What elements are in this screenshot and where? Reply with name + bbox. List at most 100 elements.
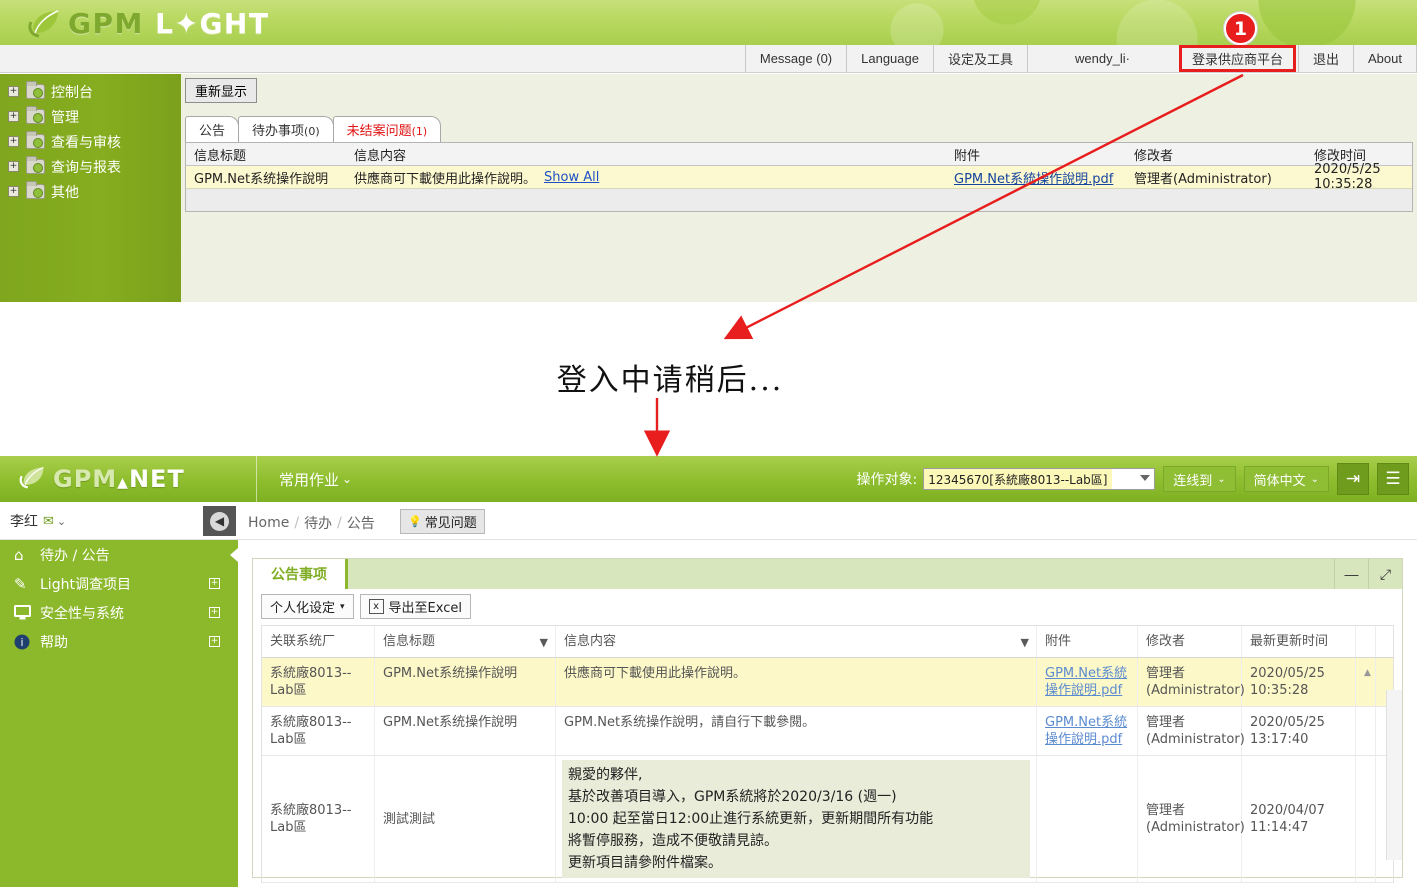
- table-row[interactable]: 系統廠8013--Lab區 GPM.Net系统操作說明 供應商可下載使用此操作說…: [262, 658, 1393, 707]
- cell-updated-date: 2020/05/25: [1250, 715, 1325, 730]
- col-updated-time: 最新更新时间: [1242, 626, 1356, 657]
- tab-announcement-items-label: 公告事项: [271, 567, 327, 583]
- attachment-link[interactable]: GPM.Net系統操作說明.pdf: [1045, 666, 1127, 698]
- table-row[interactable]: GPM.Net系统操作說明 供應商可下載使用此操作說明。 Show All GP…: [186, 162, 1412, 192]
- show-all-link[interactable]: Show All: [544, 170, 599, 185]
- minimize-icon[interactable]: —: [1334, 559, 1368, 589]
- chevron-down-icon: ▾: [340, 601, 345, 612]
- export-excel-button[interactable]: x 导出至Excel: [359, 594, 471, 619]
- nav-settings-tools[interactable]: 设定及工具: [932, 45, 1027, 72]
- nav-message[interactable]: Message (0): [744, 45, 846, 72]
- nav-user[interactable]: wendy_li·: [1026, 45, 1177, 72]
- connect-to-button[interactable]: 连线到 ⌄: [1163, 466, 1236, 492]
- user-menu[interactable]: 李红 ✉ ⌄: [10, 511, 66, 531]
- minimize-glyph: —: [1344, 566, 1359, 582]
- tab-announcement-items[interactable]: 公告事项: [253, 559, 348, 589]
- tab-open-issues[interactable]: 未结案问题(1): [332, 116, 442, 142]
- breadcrumb-todo[interactable]: 待办: [304, 513, 332, 533]
- cell-modifier-line1: 管理者: [1146, 803, 1186, 818]
- sidebar-item-query-report[interactable]: + 查询与报表: [0, 154, 181, 179]
- sidebar-item-other[interactable]: + 其他: [0, 179, 181, 204]
- faq-button[interactable]: 💡 常见问题: [400, 509, 485, 534]
- loading-message: 登入中请稍后...: [556, 363, 784, 398]
- attachment-link[interactable]: GPM.Net系統操作說明.pdf: [954, 168, 1113, 187]
- common-tasks-menu[interactable]: 常用作业 ⌄: [256, 456, 352, 502]
- tab-todo[interactable]: 待办事项(0): [238, 116, 334, 142]
- sidebar-item-light-survey[interactable]: ✎ Light调查项目 +: [0, 569, 238, 598]
- gpm-net-logo: GPM▲NET: [18, 464, 228, 495]
- sidebar-collapse-button[interactable]: ◀: [203, 506, 236, 536]
- nav-language-label: Language: [861, 51, 919, 66]
- attachment-link[interactable]: GPM.Net系統操作說明.pdf: [1045, 715, 1127, 747]
- cell-modifier: 管理者 (Administrator): [1138, 756, 1245, 882]
- operate-target-select[interactable]: 12345670[系統廠8013--Lab區]: [923, 468, 1156, 490]
- chevron-down-icon: [1140, 475, 1151, 481]
- expand-icon[interactable]: +: [8, 86, 19, 97]
- table-header-row: 信息标题 信息内容 附件 修改者 修改时间: [186, 143, 1412, 166]
- nav-language[interactable]: Language: [846, 45, 933, 72]
- menu-icon[interactable]: ☰: [1377, 463, 1409, 495]
- announcement-table: 信息标题 信息内容 附件 修改者 修改时间 GPM.Net系统操作說明 供應商可…: [185, 142, 1413, 212]
- grid-scroll-up-icon[interactable]: ▲: [1356, 658, 1376, 706]
- export-excel-label: 导出至Excel: [388, 601, 462, 616]
- info-icon: i: [14, 634, 40, 650]
- expand-icon[interactable]: +: [209, 636, 220, 647]
- tab-announcement-label: 公告: [199, 124, 226, 139]
- refresh-toolbar: 重新显示: [181, 74, 1417, 105]
- breadcrumb-home[interactable]: Home: [248, 515, 289, 531]
- supplier-platform-login-button[interactable]: 登录供应商平台: [1178, 45, 1296, 72]
- breadcrumb: Home / 待办 / 公告: [248, 513, 375, 533]
- folder-icon: [26, 156, 45, 174]
- cell-modifier-line2: (Administrator): [1146, 732, 1245, 747]
- nav-logout[interactable]: 退出: [1298, 45, 1353, 72]
- personalize-button[interactable]: 个人化设定 ▾: [261, 594, 354, 619]
- announcement-message: 親愛的夥伴, 基於改善項目導入，GPM系統將於2020/3/16 (週一) 10…: [562, 760, 1030, 878]
- gpm-net-subheader: 李红 ✉ ⌄ ◀ Home / 待办 / 公告 💡 常见问题: [0, 502, 1417, 540]
- mail-icon[interactable]: ✉: [43, 514, 54, 529]
- table-row[interactable]: 系統廠8013--Lab區 測試測試 親愛的夥伴, 基於改善項目導入，GPM系統…: [262, 756, 1393, 883]
- cell-updated-date: 2020/05/25: [1250, 666, 1325, 681]
- logout-icon[interactable]: ⇥: [1337, 463, 1369, 495]
- operate-target-label: 操作对象:: [856, 472, 918, 488]
- cell-title: GPM.Net系统操作說明: [375, 707, 556, 755]
- expand-icon[interactable]: +: [209, 578, 220, 589]
- table-row[interactable]: 系統廠8013--Lab區 GPM.Net系统操作說明 GPM.Net系统操作說…: [262, 707, 1393, 756]
- banner-right-controls: 操作对象: 12345670[系統廠8013--Lab區] 连线到 ⌄ 简体中文…: [856, 456, 1409, 502]
- cell-updated-clock: 10:35:28: [1250, 683, 1309, 698]
- sidebar-item-label: 待办 / 公告: [40, 547, 110, 564]
- refresh-button[interactable]: 重新显示: [185, 78, 258, 103]
- sidebar-item-review[interactable]: + 查看与审核: [0, 129, 181, 154]
- cell-title: GPM.Net系统操作說明: [194, 171, 329, 187]
- nav-about[interactable]: About: [1353, 45, 1417, 72]
- tab-todo-count: (0): [304, 125, 320, 138]
- cell-updated-time: 2020/05/25 13:17:40: [1242, 707, 1356, 755]
- cell-related-plant: 系統廠8013--Lab區: [262, 658, 375, 706]
- gpm-light-main: 重新显示 公告 待办事项(0) 未结案问题(1) 信息标题 信息内容 附件 修改…: [181, 74, 1417, 302]
- expand-icon[interactable]: +: [8, 161, 19, 172]
- expand-icon[interactable]: +: [8, 111, 19, 122]
- grid-scrollbar[interactable]: [1386, 690, 1402, 860]
- col-title: 信息标题 ▼: [375, 626, 556, 657]
- tab-announcement[interactable]: 公告: [185, 116, 240, 142]
- gpm-light-logo: GPM L✦GHT: [28, 4, 269, 42]
- expand-icon[interactable]: +: [8, 186, 19, 197]
- sidebar-item-console[interactable]: + 控制台: [0, 79, 181, 104]
- expand-icon[interactable]: +: [209, 607, 220, 618]
- breadcrumb-announcement[interactable]: 公告: [347, 513, 375, 533]
- expand-icon[interactable]: +: [8, 136, 19, 147]
- message-line: 更新項目請參附件檔案。: [568, 855, 722, 871]
- gpm-light-banner: GPM L✦GHT: [0, 0, 1417, 45]
- svg-text:i: i: [20, 636, 23, 649]
- sidebar-item-security-system[interactable]: 安全性与系统 +: [0, 598, 238, 627]
- sidebar-item-manage[interactable]: + 管理: [0, 104, 181, 129]
- cell-related-plant: 系統廠8013--Lab區: [262, 756, 375, 882]
- filter-icon[interactable]: ▼: [1021, 634, 1029, 651]
- expand-icon[interactable]: ⤢: [1368, 559, 1402, 589]
- sidebar-item-todo-announcement[interactable]: ⌂ 待办 / 公告: [0, 540, 238, 569]
- cell-title: 測試測試: [375, 756, 556, 882]
- nav-user-label: wendy_li·: [1075, 51, 1130, 66]
- sidebar-item-help[interactable]: i 帮助 +: [0, 627, 238, 656]
- language-switch-button[interactable]: 简体中文 ⌄: [1243, 466, 1329, 492]
- sidebar-item-label: 安全性与系统: [40, 605, 124, 622]
- filter-icon[interactable]: ▼: [540, 634, 548, 651]
